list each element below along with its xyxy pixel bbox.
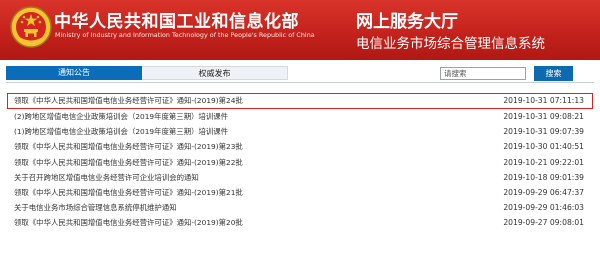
tab-notices[interactable]: 通知公告 [6,66,142,80]
national-emblem-icon [10,6,52,48]
notice-row[interactable]: 领取《中华人民共和国增值电信业务经营许可证》通知-(2019)第22批 2019… [7,155,593,170]
tab-bar: 通知公告 权威发布 搜索 [6,66,594,81]
notice-title[interactable]: (1)跨地区增值电信企业政策培训会（2019年度第三期）培训课件 [14,124,228,139]
tab-authoritative-release[interactable]: 权威发布 [142,66,288,80]
system-subtitle: 电信业务市场综合管理信息系统 [356,36,545,52]
notice-title[interactable]: (2)跨地区增值电信企业政策培训会（2019年度第三期）培训课件 [14,109,228,124]
notice-title[interactable]: 领取《中华人民共和国增值电信业务经营许可证》通知-(2019)第22批 [14,155,243,170]
org-name-cn: 中华人民共和国工业和信息化部 [54,12,299,32]
divider [6,82,594,83]
notice-title[interactable]: 领取《中华人民共和国增值电信业务经营许可证》通知-(2019)第23批 [14,139,243,154]
notice-date: 2019-10-31 09:08:21 [503,112,584,121]
notice-row[interactable]: (2)跨地区增值电信企业政策培训会（2019年度第三期）培训课件 2019-10… [7,109,593,124]
notice-list: 领取《中华人民共和国增值电信业务经营许可证》通知-(2019)第24批 2019… [7,93,593,231]
notice-title[interactable]: 领取《中华人民共和国增值电信业务经营许可证》通知-(2019)第20批 [14,215,243,230]
site-header: 中华人民共和国工业和信息化部 Ministry of Industry and … [0,0,600,60]
notice-title[interactable]: 关于召开跨地区增值电信业务经营许可企业培训会的通知 [14,170,199,185]
notice-row[interactable]: 领取《中华人民共和国增值电信业务经营许可证》通知-(2019)第20批 2019… [7,215,593,230]
notice-title[interactable]: 关于电信业务市场综合管理信息系统停机维护通知 [14,200,177,215]
org-name-en: Ministry of Industry and Information Tec… [55,31,315,39]
notice-row[interactable]: 关于召开跨地区增值电信业务经营许可企业培训会的通知 2019-10-18 09:… [7,170,593,185]
notice-date: 2019-09-27 09:08:01 [503,218,584,228]
notice-date: 2019-10-18 09:01:39 [503,172,584,182]
notice-row-highlighted[interactable]: 领取《中华人民共和国增值电信业务经营许可证》通知-(2019)第24批 2019… [7,93,593,109]
notice-title[interactable]: 领取《中华人民共和国增值电信业务经营许可证》通知-(2019)第21批 [14,185,243,200]
notice-title[interactable]: 领取《中华人民共和国增值电信业务经营许可证》通知-(2019)第24批 [14,94,243,108]
notice-date: 2019-10-21 09:22:01 [503,157,584,167]
notice-date: 2019-10-31 07:11:13 [503,96,584,105]
notice-date: 2019-09-29 06:47:37 [503,187,584,197]
notice-row[interactable]: 关于电信业务市场综合管理信息系统停机维护通知 2019-09-29 01:46:… [7,200,593,215]
notice-row[interactable]: 领取《中华人民共和国增值电信业务经营许可证》通知-(2019)第23批 2019… [7,139,593,154]
notice-date: 2019-10-31 09:07:39 [503,127,584,137]
notice-row[interactable]: (1)跨地区增值电信企业政策培训会（2019年度第三期）培训课件 2019-10… [7,124,593,139]
notice-date: 2019-09-29 01:46:03 [503,203,584,213]
service-hall-title: 网上服务大厅 [356,12,458,32]
notice-date: 2019-10-30 01:40:51 [503,142,584,152]
search-input[interactable] [440,67,526,80]
notice-row[interactable]: 领取《中华人民共和国增值电信业务经营许可证》通知-(2019)第21批 2019… [7,185,593,200]
search-button[interactable]: 搜索 [534,66,573,81]
